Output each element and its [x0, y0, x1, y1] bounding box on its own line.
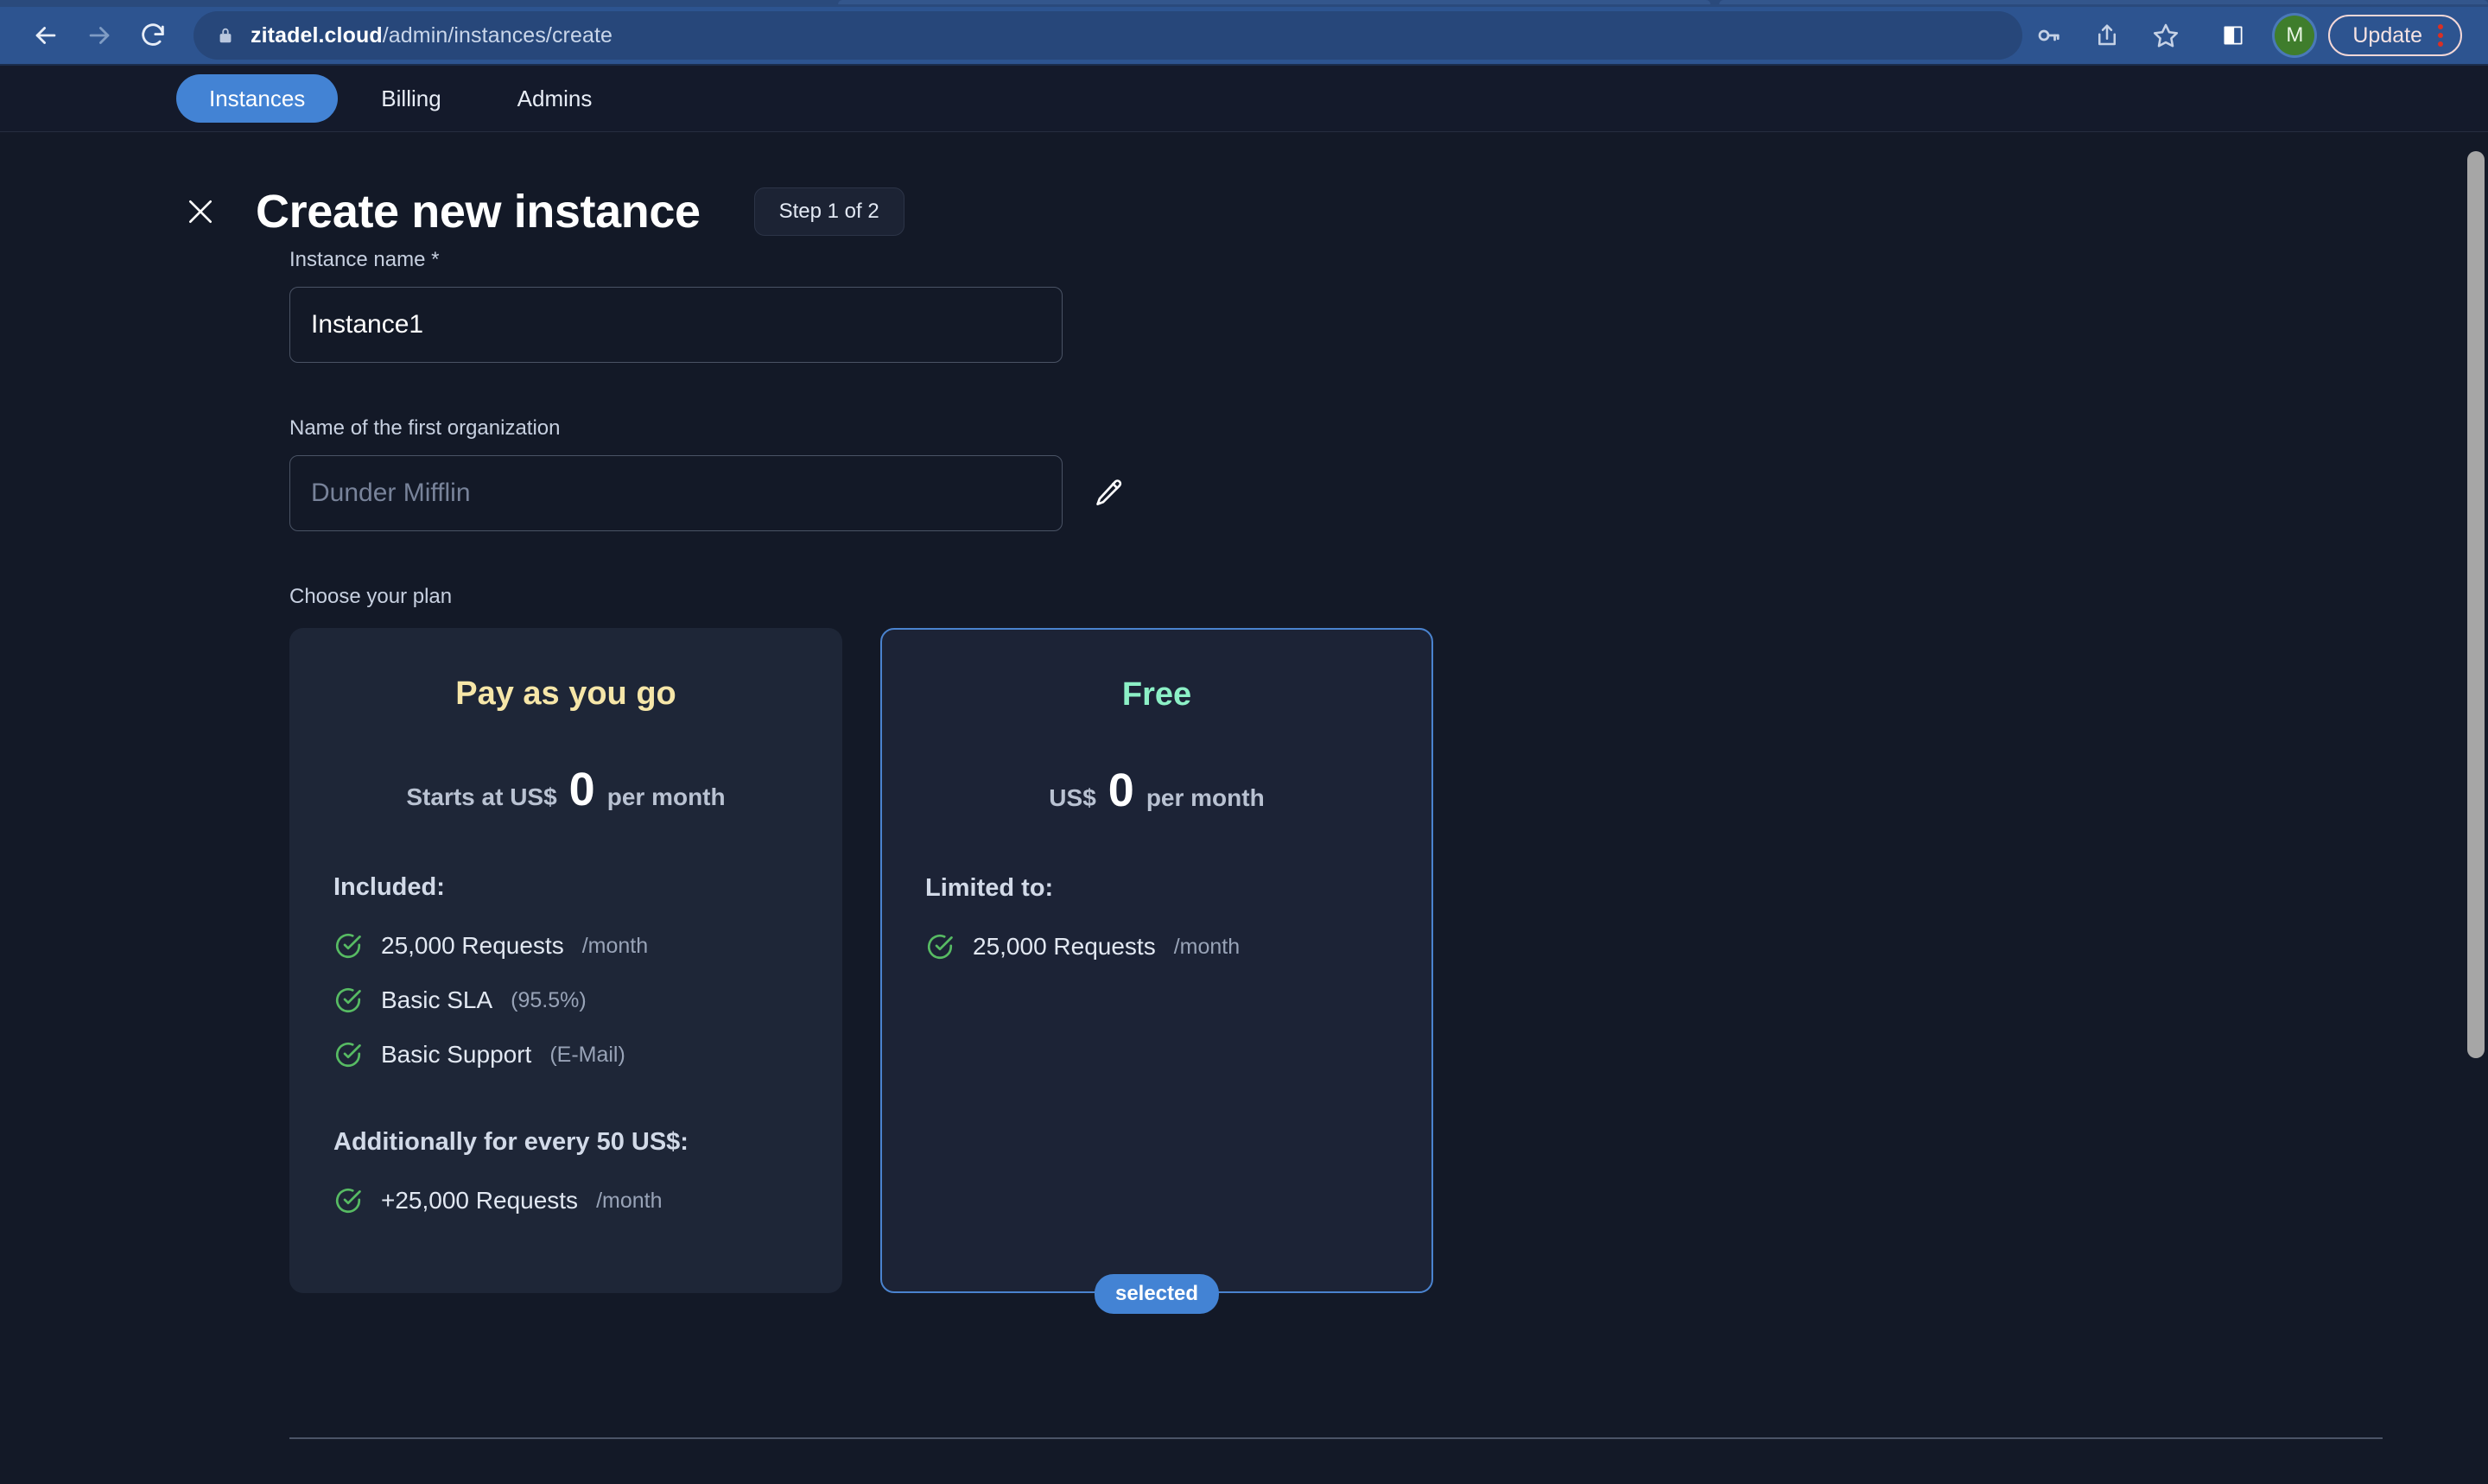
check-circle-icon: [333, 931, 363, 961]
check-circle-icon: [925, 932, 955, 961]
browser-tab-strip: [0, 0, 2488, 7]
page-header: Create new instance Step 1 of 2: [0, 132, 2488, 239]
price-amount: 0: [1108, 764, 1134, 816]
url-text: zitadel.cloud/admin/instances/create: [251, 23, 612, 48]
price-suffix: per month: [1146, 784, 1265, 811]
feature-label: Basic SLA: [381, 986, 493, 1013]
star-icon[interactable]: [2140, 11, 2192, 60]
address-bar[interactable]: zitadel.cloud/admin/instances/create: [194, 11, 2023, 60]
close-icon[interactable]: [173, 184, 228, 239]
check-circle-icon: [333, 1186, 363, 1215]
share-icon[interactable]: [2081, 11, 2133, 60]
step-badge: Step 1 of 2: [753, 187, 904, 236]
feature-label: 25,000 Requests: [381, 932, 564, 959]
tab-instances[interactable]: Instances: [176, 74, 339, 123]
instance-name-label: Instance name *: [289, 248, 440, 271]
browser-toolbar: zitadel.cloud/admin/instances/create M U…: [0, 7, 2488, 66]
feature-sublabel: /month: [596, 1188, 663, 1213]
feature-sublabel: /month: [581, 933, 649, 958]
scrollbar[interactable]: [2466, 132, 2488, 1484]
list-item: Basic SLA (95.5%): [333, 986, 798, 1015]
choose-plan-label: Choose your plan: [289, 585, 453, 608]
tab-instances-label: Instances: [209, 85, 306, 111]
url-path: /admin/instances/create: [382, 22, 613, 48]
feature-group-title: Limited to:: [925, 874, 1054, 902]
scrollbar-thumb[interactable]: [2467, 151, 2485, 1058]
feature-group-title: Additionally for every 50 US$:: [333, 1128, 689, 1156]
list-item: +25,000 Requests /month: [333, 1186, 798, 1215]
price-prefix: Starts at US$: [406, 783, 557, 810]
feature-sublabel: (95.5%): [511, 987, 587, 1012]
list-item: 25,000 Requests /month: [333, 931, 798, 961]
plan-price: US$ 0 per month: [925, 764, 1388, 817]
browser-tab[interactable]: [838, 0, 1710, 4]
page-content: Create new instance Step 1 of 2 Instance…: [0, 132, 2488, 1484]
feature-label: Basic Support: [381, 1041, 532, 1068]
tab-billing[interactable]: Billing: [348, 74, 473, 123]
browser-tab[interactable]: [1719, 0, 2488, 4]
plan-card-free[interactable]: Free US$ 0 per month Limited to: 25,000 …: [880, 628, 1433, 1314]
omnibox-actions: [2022, 11, 2200, 60]
lock-icon: [216, 25, 235, 46]
browser-toolbar-right: M Update: [2200, 11, 2469, 60]
back-arrow-icon[interactable]: [19, 9, 73, 62]
feature-label: 25,000 Requests: [973, 933, 1156, 960]
list-item: Basic Support (E-Mail): [333, 1040, 798, 1069]
divider: [289, 1437, 2383, 1439]
forward-arrow-icon[interactable]: [73, 9, 126, 62]
tab-billing-label: Billing: [381, 85, 441, 111]
tab-admins-label: Admins: [517, 85, 593, 111]
app-navigation: Instances Billing Admins: [0, 66, 2488, 132]
side-panel-icon[interactable]: [2207, 11, 2259, 60]
feature-sublabel: (E-Mail): [549, 1042, 625, 1067]
organization-label: Name of the first organization: [289, 416, 561, 440]
url-host: zitadel.cloud: [251, 22, 383, 48]
check-circle-icon: [333, 1040, 363, 1069]
price-prefix: US$: [1049, 784, 1096, 811]
feature-list: 25,000 Requests /month: [925, 932, 1388, 961]
list-item: 25,000 Requests /month: [925, 932, 1388, 961]
update-button[interactable]: Update: [2328, 15, 2462, 56]
plan-name: Pay as you go: [455, 675, 676, 712]
plan-card-pay-as-you-go[interactable]: Pay as you go Starts at US$ 0 per month …: [289, 628, 842, 1293]
check-circle-icon: [333, 986, 363, 1015]
feature-list: 25,000 Requests /month Basic SLA (95.5%): [333, 931, 798, 1069]
avatar[interactable]: M: [2275, 16, 2315, 55]
pencil-edit-icon[interactable]: [1082, 466, 1137, 521]
instance-name-field-group: Instance name *: [289, 248, 2488, 363]
update-button-label: Update: [2352, 22, 2422, 48]
feature-group-title: Included:: [333, 873, 445, 901]
price-suffix: per month: [606, 783, 726, 810]
plan-cards: Pay as you go Starts at US$ 0 per month …: [289, 628, 2488, 1314]
feature-label: +25,000 Requests: [381, 1187, 579, 1214]
plan-name: Free: [1121, 676, 1192, 713]
key-icon[interactable]: [2022, 11, 2074, 60]
instance-form: Instance name * Name of the first organi…: [0, 239, 2488, 1314]
feature-sublabel: /month: [1173, 934, 1241, 959]
instance-name-input[interactable]: [289, 287, 1063, 363]
status-badge: selected: [1094, 1274, 1220, 1314]
tab-admins[interactable]: Admins: [485, 74, 625, 123]
price-amount: 0: [568, 764, 595, 815]
page-title: Create new instance: [256, 186, 701, 238]
kebab-menu-icon[interactable]: [2438, 24, 2443, 47]
organization-field-group: Name of the first organization: [289, 416, 2488, 531]
organization-input[interactable]: [289, 455, 1063, 531]
plan-price: Starts at US$ 0 per month: [333, 763, 798, 816]
reload-icon[interactable]: [126, 9, 180, 62]
feature-list: +25,000 Requests /month: [333, 1186, 798, 1215]
